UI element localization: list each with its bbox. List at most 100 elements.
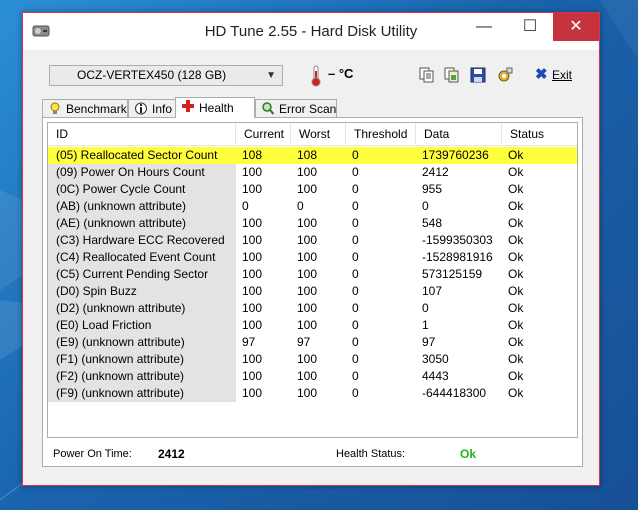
cell-data: 1739760236 (416, 147, 502, 164)
table-row[interactable]: (E0) Load Friction 100 100 0 1 Ok (48, 317, 577, 334)
tab-health[interactable]: Health (175, 97, 255, 118)
copy-screenshot-icon[interactable] (444, 67, 460, 83)
exit-icon: ✖ (535, 66, 548, 83)
column-header-id[interactable]: ID (48, 123, 236, 145)
column-header-threshold[interactable]: Threshold (346, 123, 416, 145)
table-row[interactable]: (AE) (unknown attribute) 100 100 0 548 Ok (48, 215, 577, 232)
cell-data: 97 (422, 335, 436, 349)
magnifier-icon (262, 102, 274, 115)
cell-current: 100 (242, 318, 263, 332)
cell-current: 100 (242, 386, 263, 400)
cell-current: 100 (242, 352, 263, 366)
table-row[interactable]: (F1) (unknown attribute) 100 100 0 3050 Ok (48, 351, 577, 368)
cell-id: (AB) (unknown attribute) (48, 198, 236, 215)
cell-data: -1599350303 (422, 233, 493, 247)
cell-data: 3050 (422, 352, 449, 366)
table-row[interactable]: (09) Power On Hours Count 100 100 0 2412 Ok (48, 164, 577, 181)
info-icon (135, 102, 147, 115)
table-row[interactable]: (0C) Power Cycle Count 100 100 0 955 Ok (48, 181, 577, 198)
lightbulb-icon (50, 102, 60, 114)
cell-status: Ok (508, 165, 524, 179)
table-row[interactable]: (D0) Spin Buzz 100 100 0 107 Ok (48, 283, 577, 300)
tab-label: Health (199, 101, 234, 115)
cell-status: Ok (508, 369, 524, 383)
table-row[interactable]: (AB) (unknown attribute) 0 0 0 0 Ok (48, 198, 577, 215)
tab-benchmark[interactable]: Benchmark (42, 99, 128, 117)
cell-id: (C3) Hardware ECC Recovered (48, 232, 236, 249)
table-row[interactable]: (C4) Reallocated Event Count 100 100 0 -1528… (48, 249, 577, 266)
column-header-current[interactable]: Current (236, 123, 291, 145)
table-row[interactable]: (D2) (unknown attribute) 100 100 0 0 Ok (48, 300, 577, 317)
cell-data: -1528981916 (422, 250, 493, 264)
smart-attribute-table[interactable]: ID Current Worst Threshold Data Status (… (47, 122, 578, 438)
cell-status: Ok (508, 352, 524, 366)
copy-text-icon[interactable] (419, 67, 435, 83)
tab-label: Info (152, 102, 173, 116)
column-header-data[interactable]: Data (416, 123, 502, 145)
toolbar: OCZ-VERTEX450 (128 GB) ▼ – °C ✖ Exit (23, 50, 599, 100)
exit-label: Exit (552, 68, 573, 82)
cell-threshold: 0 (352, 369, 359, 383)
maximize-icon: ☐ (522, 18, 538, 35)
cell-id: (E9) (unknown attribute) (48, 334, 236, 351)
table-row[interactable]: (F2) (unknown attribute) 100 100 0 4443 Ok (48, 368, 577, 385)
health-panel: ID Current Worst Threshold Data Status (… (42, 117, 583, 467)
cell-id: (F2) (unknown attribute) (48, 368, 236, 385)
cell-worst: 100 (297, 216, 318, 230)
cell-current: 100 (242, 165, 263, 179)
cell-data: 573125159 (422, 267, 483, 281)
table-row[interactable]: (05) Reallocated Sector Count 108 108 0 1739… (48, 147, 577, 164)
maximize-button[interactable]: ☐ (507, 13, 553, 41)
health-cross-icon (182, 100, 194, 112)
cell-worst: 100 (297, 301, 318, 315)
options-icon[interactable] (497, 67, 513, 83)
title-bar[interactable]: HD Tune 2.55 - Hard Disk Utility — ☐ ✕ (23, 13, 599, 50)
cell-data: 0 (422, 199, 429, 213)
power-on-time-label: Power On Time: (53, 448, 132, 460)
cell-threshold: 0 (346, 147, 416, 164)
tab-info[interactable]: Info (128, 99, 176, 117)
cell-current: 100 (242, 369, 263, 383)
cell-status: Ok (508, 301, 524, 315)
table-row[interactable]: (F9) (unknown attribute) 100 100 0 -64441830… (48, 385, 577, 402)
column-header-worst[interactable]: Worst (291, 123, 346, 145)
table-row[interactable]: (E9) (unknown attribute) 97 97 0 97 Ok (48, 334, 577, 351)
cell-id: (F9) (unknown attribute) (48, 385, 236, 402)
table-row[interactable]: (C5) Current Pending Sector 100 100 0 573125… (48, 266, 577, 283)
cell-data: 2412 (422, 165, 449, 179)
save-icon[interactable] (470, 67, 486, 83)
cell-worst: 100 (297, 369, 318, 383)
column-header-status[interactable]: Status (502, 123, 577, 145)
cell-current: 100 (242, 216, 263, 230)
cell-current: 97 (242, 335, 256, 349)
cell-data: 107 (422, 284, 443, 298)
cell-worst: 100 (297, 318, 318, 332)
cell-id: (C5) Current Pending Sector (48, 266, 236, 283)
cell-threshold: 0 (352, 352, 359, 366)
cell-worst: 0 (297, 199, 304, 213)
health-status-value: Ok (460, 447, 477, 461)
drive-select[interactable]: OCZ-VERTEX450 (128 GB) ▼ (49, 65, 283, 86)
tab-error-scan[interactable]: Error Scan (255, 99, 337, 117)
close-button[interactable]: ✕ (553, 13, 599, 41)
cell-status: Ok (508, 335, 524, 349)
close-icon: ✕ (569, 18, 583, 35)
cell-current: 100 (242, 301, 263, 315)
cell-data: 1 (422, 318, 429, 332)
cell-id: (09) Power On Hours Count (48, 164, 236, 181)
app-window: HD Tune 2.55 - Hard Disk Utility — ☐ ✕ O… (22, 12, 600, 486)
cell-threshold: 0 (352, 182, 359, 196)
cell-threshold: 0 (352, 216, 359, 230)
cell-worst: 97 (297, 335, 311, 349)
cell-threshold: 0 (352, 301, 359, 315)
cell-status: Ok (508, 182, 524, 196)
table-row[interactable]: (C3) Hardware ECC Recovered 100 100 0 -15993… (48, 232, 577, 249)
cell-worst: 100 (297, 182, 318, 196)
cell-data: 548 (422, 216, 443, 230)
thermometer-icon (311, 65, 321, 87)
cell-id: (F1) (unknown attribute) (48, 351, 236, 368)
cell-status: Ok (508, 284, 524, 298)
minimize-button[interactable]: — (461, 13, 507, 41)
cell-status: Ok (508, 250, 524, 264)
power-on-time-value: 2412 (158, 447, 185, 461)
